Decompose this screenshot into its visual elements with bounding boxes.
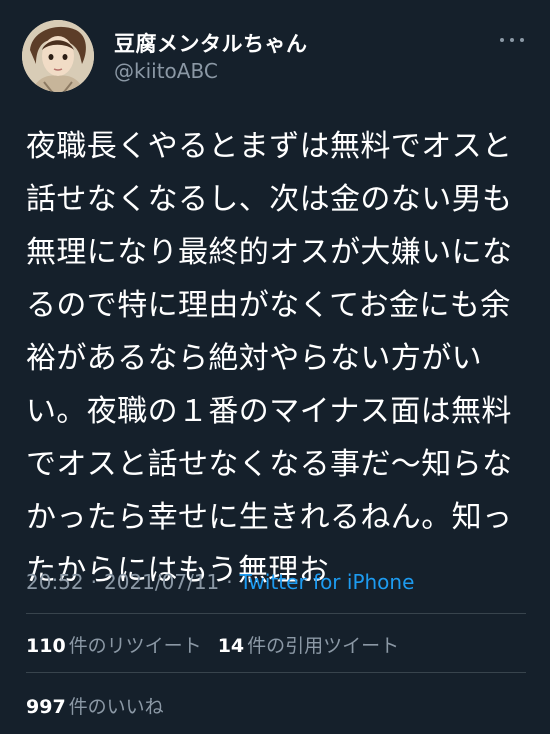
more-dot [500,38,504,42]
divider [26,672,526,673]
likes-count: 997 [26,696,66,718]
more-dot [510,38,514,42]
likes-stat[interactable]: 997 件のいいね [26,696,164,718]
tweet-text-line: 裕があるなら絶対やらない方がい [26,341,482,376]
user-handle[interactable]: @kiitoABC [114,59,218,83]
tweet-text-line: かったら幸せに生きれるねん。知っ [26,500,513,535]
tweet-text-line: 話せなくなるし、次は金のない男も [26,182,513,217]
divider [26,613,526,614]
tweet-text: 夜職長くやるとまずは無料でオスと 話せなくなるし、次は金のない男も 無理になり最… [26,120,526,597]
tweet-source-link[interactable]: Twitter for iPhone [240,570,415,594]
quotes-count: 14 [217,635,245,657]
avatar[interactable] [22,20,94,92]
more-dot [520,38,524,42]
tweet-time[interactable]: 20:52 [26,570,84,594]
display-name[interactable]: 豆腐メンタルちゃん [114,28,308,58]
quotes-label: 件の引用ツイート [247,635,400,657]
quotes-stat[interactable]: 14 件の引用ツイート [218,635,399,657]
meta-separator: · [226,570,233,594]
avatar-portrait [22,20,94,92]
tweet-text-line: 無理になり最終的オスが大嫌いにな [26,235,513,270]
likes-stats: 997 件のいいね [26,692,164,719]
tweet-date[interactable]: 2021/07/11 [104,570,219,594]
tweet-text-line: でオスと話せなくなる事だ〜知らな [26,447,513,482]
engagement-stats: 110 件のリツイート 14 件の引用ツイート [26,631,399,658]
tweet-meta: 20:52 · 2021/07/11 · Twitter for iPhone [26,570,414,594]
meta-separator: · [90,570,97,594]
likes-label: 件のいいね [68,696,164,718]
tweet-text-line: い。夜職の１番のマイナス面は無料 [26,394,512,429]
more-horizontal-icon[interactable] [500,36,524,44]
tweet-detail: 豆腐メンタルちゃん @kiitoABC 夜職長くやるとまずは無料でオスと 話せな… [0,0,550,734]
retweets-stat[interactable]: 110 件のリツイート [26,635,202,657]
retweets-count: 110 [26,635,66,657]
tweet-text-line: るので特に理由がなくてお金にも余 [26,288,511,323]
retweets-label: 件のリツイート [68,635,202,657]
tweet-text-line: 夜職長くやるとまずは無料でオスと [26,129,513,164]
